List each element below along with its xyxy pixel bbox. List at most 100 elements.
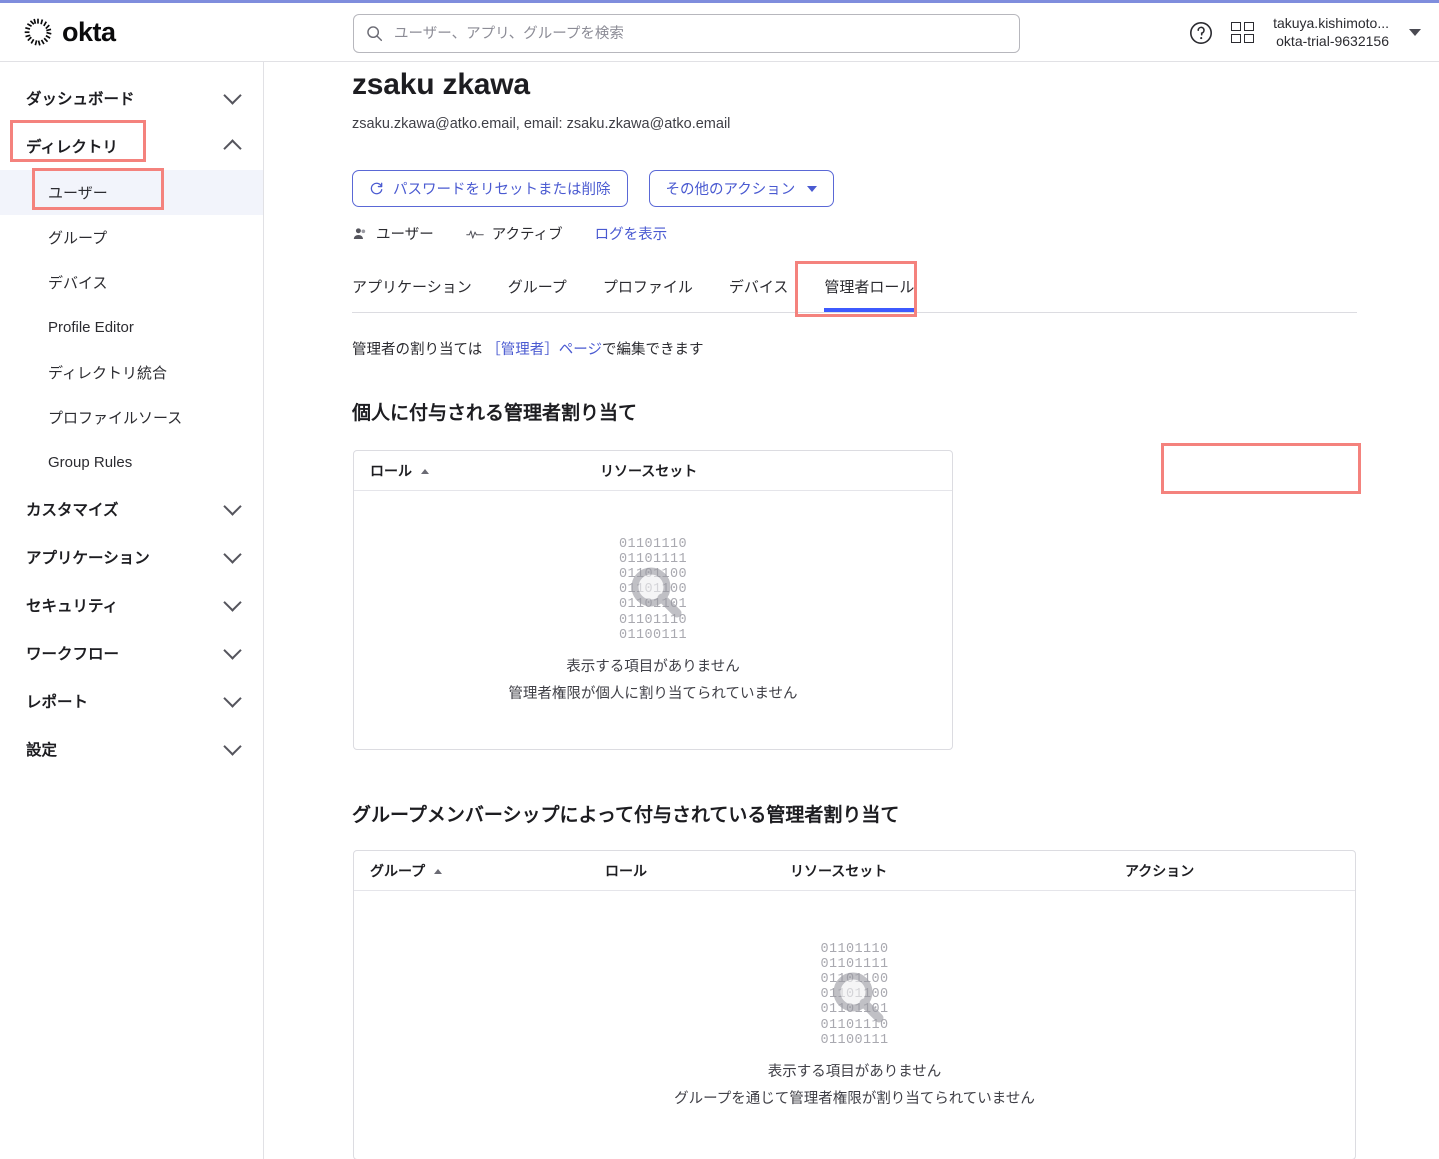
column-label: ロール xyxy=(605,863,647,879)
sidebar-group-label: カスタマイズ xyxy=(26,498,119,520)
column-header-role[interactable]: ロール xyxy=(370,461,600,481)
sidebar-group-workflow[interactable]: ワークフロー xyxy=(0,629,263,677)
sidebar-item-label: Group Rules xyxy=(48,454,132,471)
column-label: グループ xyxy=(370,863,425,879)
chevron-down-icon xyxy=(223,545,241,563)
sidebar-item-devices[interactable]: デバイス xyxy=(0,260,263,305)
tab-admin-roles[interactable]: 管理者ロール xyxy=(824,268,914,311)
user-meta-row: ユーザー アクティブ ログを表示 xyxy=(352,223,667,244)
column-label: ロール xyxy=(370,463,412,479)
empty-state-description: 管理者権限が個人に割り当てられていません xyxy=(508,682,797,703)
sidebar-item-group-rules[interactable]: Group Rules xyxy=(0,440,263,485)
sort-ascending-icon xyxy=(421,469,429,474)
column-label: リソースセット xyxy=(600,463,697,479)
group-admin-section-title: グループメンバーシップによって付与されている管理者割り当て xyxy=(352,800,899,827)
sidebar-item-directory-integrations[interactable]: ディレクトリ統合 xyxy=(0,350,263,395)
reset-password-button[interactable]: パスワードをリセットまたは削除 xyxy=(352,170,628,207)
column-header-resource-set[interactable]: リソースセット xyxy=(790,861,1125,881)
column-header-resource-set[interactable]: リソースセット xyxy=(600,461,697,481)
main-content: zsaku zkawa zsaku.zkawa@atko.email, emai… xyxy=(264,62,1439,1159)
sidebar-group-label: ワークフロー xyxy=(26,642,119,664)
sidebar-group-label: ダッシュボード xyxy=(26,87,135,109)
account-menu[interactable]: takuya.kishimoto... okta-trial-9632156 xyxy=(1273,15,1389,50)
refresh-icon xyxy=(369,181,384,196)
chevron-down-icon xyxy=(223,497,241,515)
header-actions: takuya.kishimoto... okta-trial-9632156 xyxy=(1189,3,1421,62)
sidebar-item-label: プロファイルソース xyxy=(48,407,182,428)
tab-devices[interactable]: デバイス xyxy=(729,268,789,311)
column-header-role[interactable]: ロール xyxy=(605,861,790,881)
table-header-row: グループ ロール リソースセット アクション xyxy=(354,851,1355,891)
chevron-down-icon xyxy=(223,737,241,755)
help-circle-icon[interactable] xyxy=(1189,21,1213,45)
global-search[interactable] xyxy=(353,14,1020,53)
okta-logo[interactable]: okta xyxy=(24,18,254,46)
admin-assignment-note: 管理者の割り当ては ［管理者］ページで編集できます xyxy=(352,338,703,359)
sidebar-item-groups[interactable]: グループ xyxy=(0,215,263,260)
user-type-label: ユーザー xyxy=(376,223,434,244)
empty-state-illustration: 01101110 01101111 01101100 01101100 0110… xyxy=(807,942,903,1048)
sidebar-group-reports[interactable]: レポート xyxy=(0,677,263,725)
sidebar-group-label: ディレクトリ xyxy=(26,135,118,157)
view-logs-link[interactable]: ログを表示 xyxy=(595,223,668,244)
top-header: okta takuya.kishimoto... okt xyxy=(0,3,1439,62)
sidebar-item-profile-sources[interactable]: プロファイルソース xyxy=(0,395,263,440)
sidebar-group-dashboard[interactable]: ダッシュボード xyxy=(0,74,263,122)
sidebar-item-users[interactable]: ユーザー xyxy=(0,170,263,215)
sidebar-nav: ダッシュボード ディレクトリ ユーザー グループ デバイス Profile Ed… xyxy=(0,62,264,1159)
chevron-down-icon[interactable] xyxy=(1409,29,1421,36)
chevron-down-icon xyxy=(223,593,241,611)
sidebar-item-label: グループ xyxy=(48,227,107,248)
sidebar-group-label: 設定 xyxy=(26,738,57,760)
magnifier-icon xyxy=(831,970,887,1026)
user-tabs: アプリケーション グループ プロファイル デバイス 管理者ロール xyxy=(352,268,1357,313)
sidebar-group-label: アプリケーション xyxy=(26,546,150,568)
sidebar-group-settings[interactable]: 設定 xyxy=(0,725,263,773)
apps-grid-icon[interactable] xyxy=(1231,22,1255,44)
empty-state-title: 表示する項目がありません xyxy=(768,1060,942,1081)
chevron-down-icon xyxy=(223,641,241,659)
sidebar-group-directory[interactable]: ディレクトリ xyxy=(0,122,263,170)
user-status-label: アクティブ xyxy=(492,223,563,244)
column-header-actions[interactable]: アクション xyxy=(1125,861,1194,881)
tab-label: 管理者ロール xyxy=(824,279,914,296)
sidebar-item-profile-editor[interactable]: Profile Editor xyxy=(0,305,263,350)
table-empty-state: 01101110 01101111 01101100 01101100 0110… xyxy=(354,891,1355,1158)
group-admin-table: グループ ロール リソースセット アクション 01101110 01101111… xyxy=(353,850,1356,1159)
empty-state-title: 表示する項目がありません xyxy=(566,655,740,676)
sidebar-group-applications[interactable]: アプリケーション xyxy=(0,533,263,581)
reset-password-label: パスワードをリセットまたは削除 xyxy=(393,178,611,199)
sort-ascending-icon xyxy=(434,869,442,874)
tab-groups[interactable]: グループ xyxy=(508,268,567,311)
caret-down-icon xyxy=(807,186,817,192)
account-username: takuya.kishimoto... xyxy=(1273,15,1389,33)
sidebar-group-security[interactable]: セキュリティ xyxy=(0,581,263,629)
tab-profile[interactable]: プロファイル xyxy=(603,268,693,311)
column-header-group[interactable]: グループ xyxy=(370,861,605,881)
note-prefix: 管理者の割り当ては xyxy=(352,342,486,358)
note-suffix: で編集できます xyxy=(602,342,704,358)
empty-state-illustration: 01101110 01101111 01101100 01101100 0110… xyxy=(605,537,701,643)
table-header-row: ロール リソースセット xyxy=(354,451,952,491)
sidebar-item-label: Profile Editor xyxy=(48,319,134,336)
tab-label: アプリケーション xyxy=(352,279,472,296)
tab-applications[interactable]: アプリケーション xyxy=(352,268,472,311)
more-actions-label: その他のアクション xyxy=(666,178,796,199)
sidebar-item-label: ディレクトリ統合 xyxy=(48,362,167,383)
search-input[interactable] xyxy=(392,15,1007,52)
chevron-down-icon xyxy=(223,86,241,104)
column-label: アクション xyxy=(1125,863,1194,879)
more-actions-button[interactable]: その他のアクション xyxy=(649,170,835,207)
app-root: okta takuya.kishimoto... okt xyxy=(0,0,1439,1159)
sidebar-group-customizations[interactable]: カスタマイズ xyxy=(0,485,263,533)
sidebar-group-label: レポート xyxy=(26,690,88,712)
tab-label: プロファイル xyxy=(603,279,693,296)
user-icon xyxy=(352,226,368,242)
sidebar-item-label: デバイス xyxy=(48,272,108,293)
empty-state-description: グループを通じて管理者権限が割り当てられていません xyxy=(674,1087,1035,1108)
okta-sunburst-icon xyxy=(24,18,52,46)
page-subtitle: zsaku.zkawa@atko.email, email: zsaku.zka… xyxy=(352,116,730,132)
individual-admin-section-title: 個人に付与される管理者割り当て xyxy=(352,398,637,425)
admin-page-link[interactable]: ［管理者］ページ xyxy=(486,342,602,358)
search-icon xyxy=(366,25,383,42)
